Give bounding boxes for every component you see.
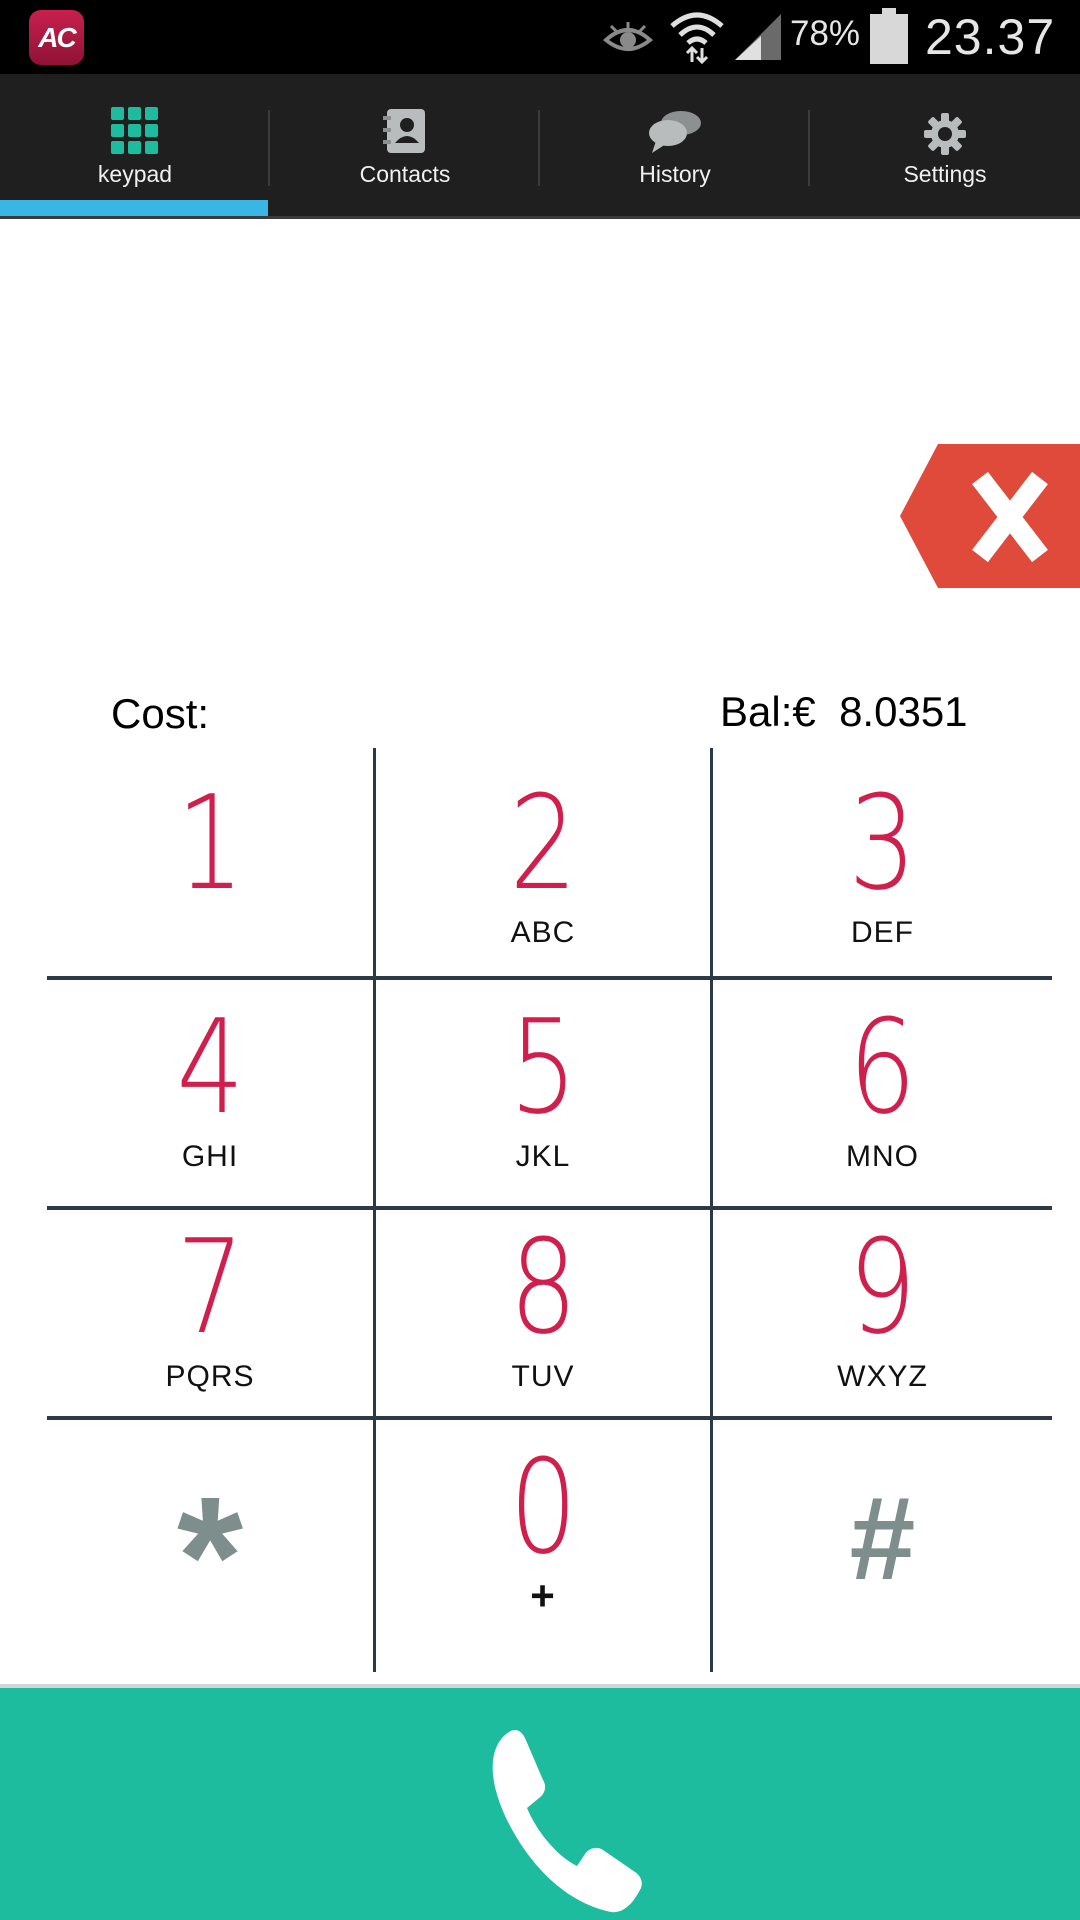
key-hash[interactable]: # bbox=[713, 1420, 1052, 1672]
gear-icon bbox=[924, 113, 966, 155]
tab-bar: keypad Contacts History Settings bbox=[0, 74, 1080, 219]
key-letters: JKL bbox=[515, 1140, 571, 1173]
key-digit: 4 bbox=[176, 991, 244, 1143]
key-digit: 8 bbox=[509, 1211, 577, 1363]
keypad: 1 2 ABC 3 DEF 4 GHI 5 JKL 6 MNO 7 PQRS 8… bbox=[0, 748, 1080, 1673]
active-tab-indicator bbox=[0, 200, 268, 216]
tab-settings[interactable]: Settings bbox=[810, 74, 1080, 216]
call-button[interactable] bbox=[0, 1684, 1080, 1920]
key-letters: TUV bbox=[511, 1360, 575, 1393]
key-letters: ABC bbox=[510, 916, 576, 949]
chat-bubbles-icon bbox=[649, 111, 701, 153]
phone-icon bbox=[492, 1730, 642, 1913]
app-icon: AC bbox=[29, 10, 84, 65]
tab-label: keypad bbox=[97, 161, 173, 187]
keypad-grid-icon bbox=[111, 107, 158, 154]
key-letters: PQRS bbox=[165, 1360, 255, 1393]
key-digit: 0 bbox=[509, 1431, 577, 1583]
wifi-icon bbox=[670, 12, 724, 64]
key-digit: 2 bbox=[509, 767, 577, 919]
key-2[interactable]: 2 ABC bbox=[376, 748, 710, 976]
signal-icon bbox=[735, 14, 781, 60]
backspace-icon bbox=[900, 444, 1080, 588]
key-digit: 9 bbox=[848, 1211, 917, 1363]
tab-keypad[interactable]: keypad bbox=[0, 74, 270, 216]
tab-label: Contacts bbox=[359, 161, 451, 187]
delete-button[interactable] bbox=[900, 444, 1080, 588]
key-3[interactable]: 3 DEF bbox=[713, 748, 1052, 976]
key-digit: 1 bbox=[176, 767, 244, 919]
key-6[interactable]: 6 MNO bbox=[713, 980, 1052, 1206]
key-4[interactable]: 4 GHI bbox=[47, 980, 373, 1206]
tab-label: Settings bbox=[903, 161, 987, 187]
key-digit: 3 bbox=[848, 767, 917, 919]
status-bar: AC 78% 23.37 bbox=[0, 0, 1080, 74]
key-letters: WXYZ bbox=[837, 1360, 928, 1393]
tab-label: History bbox=[639, 161, 711, 187]
clock: 23.37 bbox=[925, 9, 1056, 65]
key-9[interactable]: 9 WXYZ bbox=[713, 1210, 1052, 1416]
key-digit: 6 bbox=[848, 991, 917, 1143]
tab-contacts[interactable]: Contacts bbox=[270, 74, 540, 216]
battery-icon bbox=[870, 8, 908, 64]
key-letters: GHI bbox=[181, 1140, 239, 1173]
key-star[interactable]: * bbox=[47, 1420, 373, 1672]
key-digit: * bbox=[176, 1462, 244, 1652]
key-1[interactable]: 1 bbox=[47, 748, 373, 976]
key-8[interactable]: 8 TUV bbox=[376, 1210, 710, 1416]
key-7[interactable]: 7 PQRS bbox=[47, 1210, 373, 1416]
key-digit: # bbox=[849, 1473, 916, 1605]
tab-history[interactable]: History bbox=[540, 74, 810, 216]
cost-label: Cost: bbox=[111, 690, 210, 737]
balance-label: Bal:€ 8.0351 bbox=[720, 688, 968, 735]
key-5[interactable]: 5 JKL bbox=[376, 980, 710, 1206]
key-digit: 7 bbox=[176, 1211, 244, 1363]
contacts-book-icon bbox=[383, 109, 425, 153]
key-letters: DEF bbox=[851, 916, 914, 949]
key-digit: 5 bbox=[509, 991, 577, 1143]
battery-percent: 78% bbox=[790, 14, 861, 53]
key-0[interactable]: 0 + bbox=[376, 1420, 710, 1672]
eye-icon bbox=[603, 22, 653, 51]
key-letters: MNO bbox=[846, 1140, 919, 1173]
